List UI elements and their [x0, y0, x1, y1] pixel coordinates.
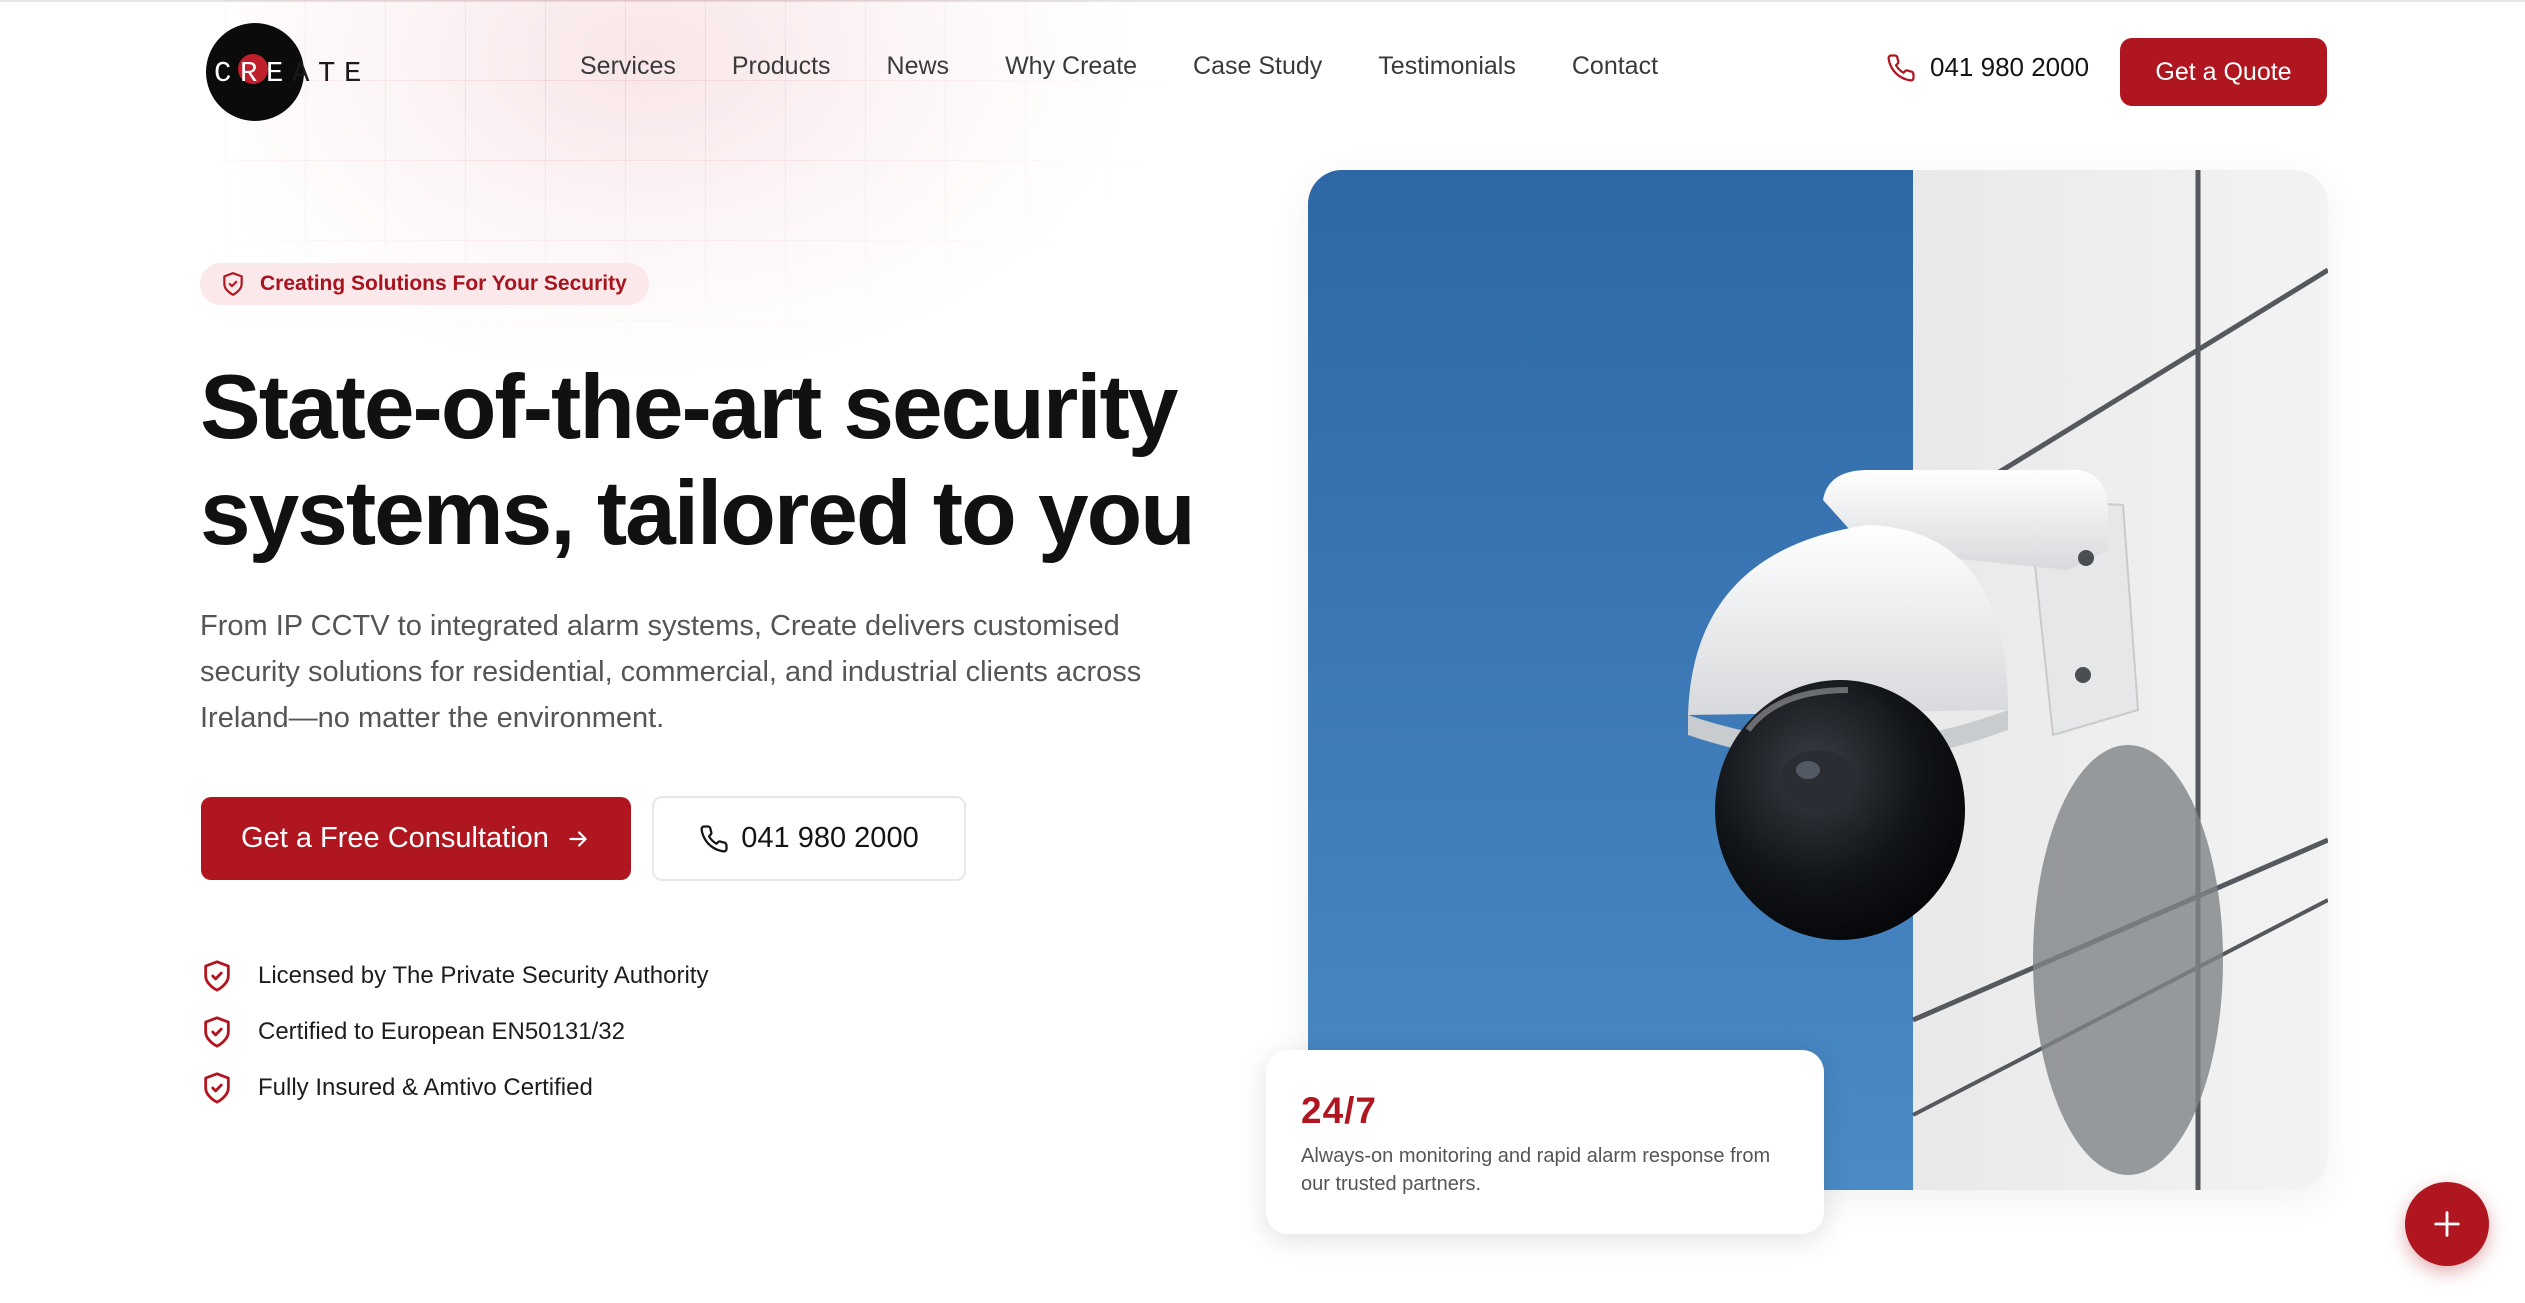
- shield-check-icon: [204, 960, 230, 992]
- logo-letter: R: [238, 53, 268, 90]
- logo-letter: E: [344, 56, 371, 90]
- headline-line-1: State-of-the-art security: [200, 357, 1178, 458]
- nav-news[interactable]: News: [887, 52, 950, 81]
- stat-value: 24/7: [1301, 1090, 1378, 1131]
- credential-text: Certified to European EN50131/32: [258, 1018, 625, 1045]
- nav-testimonials[interactable]: Testimonials: [1378, 52, 1516, 81]
- header-phone-link[interactable]: 041 980 2000: [1886, 52, 2089, 83]
- credentials-list: Licensed by The Private Security Authori…: [200, 948, 708, 1116]
- floating-action-button[interactable]: [2405, 1182, 2489, 1266]
- phone-icon: [700, 824, 728, 852]
- tagline-text: Creating Solutions For Your Security: [260, 272, 627, 295]
- call-phone-button[interactable]: 041 980 2000: [652, 796, 966, 881]
- shield-check-icon: [204, 1072, 230, 1104]
- credential-item: Certified to European EN50131/32: [200, 1004, 708, 1060]
- headline-line-2: systems, tailored to you: [200, 463, 1196, 564]
- logo-letter: T: [318, 56, 345, 90]
- credential-item: Fully Insured & Amtivo Certified: [200, 1060, 708, 1116]
- nav-products[interactable]: Products: [732, 52, 831, 81]
- credential-text: Licensed by The Private Security Authori…: [258, 962, 709, 989]
- hero-description: From IP CCTV to integrated alarm systems…: [200, 610, 1142, 734]
- arrow-right-icon: [569, 830, 587, 847]
- nav-contact[interactable]: Contact: [1572, 52, 1658, 81]
- credential-item: Licensed by The Private Security Authori…: [200, 948, 708, 1004]
- shield-check-icon: [223, 272, 243, 296]
- shield-check-icon: [204, 1016, 230, 1048]
- logo-letter: C: [214, 56, 241, 90]
- free-consultation-button[interactable]: Get a Free Consultation: [201, 797, 631, 880]
- hero-headline: State-of-the-art security systems, tailo…: [200, 355, 1240, 567]
- logo-wordmark[interactable]: C R E A T E: [214, 53, 371, 90]
- phone-icon: [1887, 53, 1915, 81]
- call-phone-label: 041 980 2000: [741, 822, 919, 854]
- logo-letter: E: [266, 56, 293, 90]
- logo-letter: A: [292, 56, 319, 90]
- security-camera-illustration: [1308, 170, 2328, 1190]
- free-consultation-label: Get a Free Consultation: [241, 822, 549, 854]
- nav-why-create[interactable]: Why Create: [1005, 52, 1137, 81]
- credential-text: Fully Insured & Amtivo Certified: [258, 1074, 593, 1101]
- hero-image: [1308, 170, 2328, 1190]
- plus-icon: [2434, 1211, 2460, 1237]
- header-phone-number: 041 980 2000: [1930, 52, 2090, 82]
- nav-services[interactable]: Services: [580, 52, 676, 81]
- nav-case-study[interactable]: Case Study: [1193, 52, 1322, 81]
- main-nav: Services Products News Why Create Case S…: [580, 52, 1714, 81]
- tagline-badge: Creating Solutions For Your Security: [200, 263, 649, 305]
- get-a-quote-button[interactable]: Get a Quote: [2120, 38, 2327, 106]
- stat-description: Always-on monitoring and rapid alarm res…: [1301, 1145, 1771, 1195]
- stat-card: 24/7 Always-on monitoring and rapid alar…: [1266, 1050, 1824, 1234]
